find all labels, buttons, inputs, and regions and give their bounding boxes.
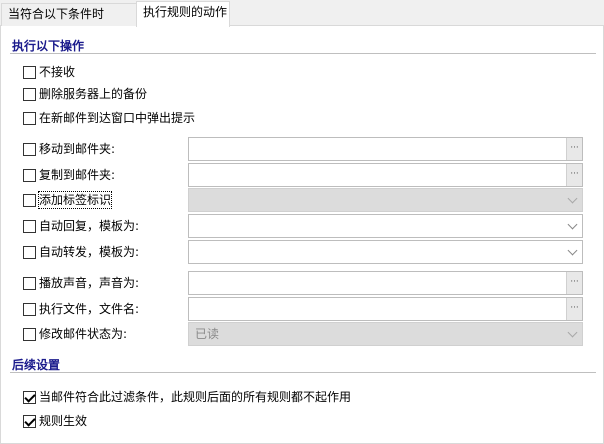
checkbox[interactable] [23, 65, 36, 79]
tab-actions[interactable]: 执行规则的动作 [136, 1, 230, 27]
row-change-status[interactable]: 修改邮件状态为: [23, 325, 127, 343]
checkbox[interactable] [23, 142, 36, 156]
section-divider [10, 53, 596, 54]
checkbox-label: 复制到邮件夹: [39, 168, 116, 182]
mail-status-select[interactable]: 已读 [188, 322, 583, 346]
checkbox[interactable] [23, 245, 36, 259]
row-copy-to-folder[interactable]: 复制到邮件夹: [23, 166, 115, 184]
checkbox-label: 修改邮件状态为: [39, 327, 128, 341]
checkbox[interactable] [23, 168, 36, 182]
checkbox-label: 自动转发，模板为: [39, 245, 140, 259]
row-move-to-folder[interactable]: 移动到邮件夹: [23, 140, 115, 158]
row-popup-notify[interactable]: 在新邮件到达窗口中弹出提示 [23, 109, 195, 127]
row-auto-reply[interactable]: 自动回复，模板为: [23, 217, 139, 235]
row-do-not-receive[interactable]: 不接收 [23, 63, 75, 81]
field-value: 已读 [195, 327, 220, 341]
row-play-sound[interactable]: 播放声音，声音为: [23, 274, 139, 292]
row-rule-enabled[interactable]: 规则生效 [23, 412, 87, 430]
tag-select[interactable] [188, 188, 583, 212]
row-add-tag[interactable]: 添加标签标识 [23, 191, 113, 209]
row-auto-forward[interactable]: 自动转发，模板为: [23, 243, 139, 261]
checkbox[interactable] [23, 219, 36, 233]
move-folder-input[interactable]: ··· [188, 137, 583, 161]
checkbox-label: 执行文件，文件名: [39, 302, 140, 316]
section-title-actions: 执行以下操作 [12, 39, 85, 53]
checkbox[interactable] [23, 390, 36, 404]
checkbox-label: 删除服务器上的备份 [39, 87, 148, 101]
browse-button[interactable]: ··· [566, 272, 582, 294]
checkbox-label: 规则生效 [39, 414, 88, 428]
checkbox[interactable] [23, 302, 36, 316]
checkbox-label: 不接收 [39, 65, 76, 79]
tab-conditions[interactable]: 当符合以下条件时 [1, 3, 137, 26]
checkbox[interactable] [23, 276, 36, 290]
checkbox[interactable] [23, 193, 36, 207]
checkbox[interactable] [23, 414, 36, 428]
auto-forward-template-select[interactable] [188, 240, 583, 264]
chevron-down-icon[interactable] [567, 245, 578, 256]
row-execute-file[interactable]: 执行文件，文件名: [23, 300, 139, 318]
row-stop-further-rules[interactable]: 当邮件符合此过滤条件，此规则后面的所有规则都不起作用 [23, 388, 351, 406]
checkbox-label: 当邮件符合此过滤条件，此规则后面的所有规则都不起作用 [39, 390, 352, 404]
section-title-followup: 后续设置 [12, 358, 61, 372]
actions-panel: 执行以下操作 不接收 删除服务器上的备份 在新邮件到达窗口中弹出提示 移动到邮件… [0, 26, 604, 444]
browse-button[interactable]: ··· [566, 298, 582, 320]
chevron-down-icon[interactable] [567, 219, 578, 230]
checkbox[interactable] [23, 87, 36, 101]
checkbox-label: 播放声音，声音为: [39, 276, 140, 290]
checkbox-label: 自动回复，模板为: [39, 219, 140, 233]
checkbox-label: 添加标签标识 [37, 191, 113, 209]
row-delete-server-backup[interactable]: 删除服务器上的备份 [23, 85, 147, 103]
tab-bar: 当符合以下条件时 执行规则的动作 [0, 0, 604, 27]
browse-button[interactable]: ··· [566, 164, 582, 186]
auto-reply-template-select[interactable] [188, 214, 583, 238]
chevron-down-icon[interactable] [567, 193, 578, 204]
checkbox[interactable] [23, 111, 36, 125]
checkbox[interactable] [23, 327, 36, 341]
chevron-down-icon[interactable] [567, 327, 578, 338]
copy-folder-input[interactable]: ··· [188, 163, 583, 187]
execute-file-input[interactable]: ··· [188, 297, 583, 321]
checkbox-label: 在新邮件到达窗口中弹出提示 [39, 111, 196, 125]
browse-button[interactable]: ··· [566, 138, 582, 160]
section-divider [10, 372, 596, 373]
checkbox-label: 移动到邮件夹: [39, 142, 116, 156]
sound-file-input[interactable]: ··· [188, 271, 583, 295]
